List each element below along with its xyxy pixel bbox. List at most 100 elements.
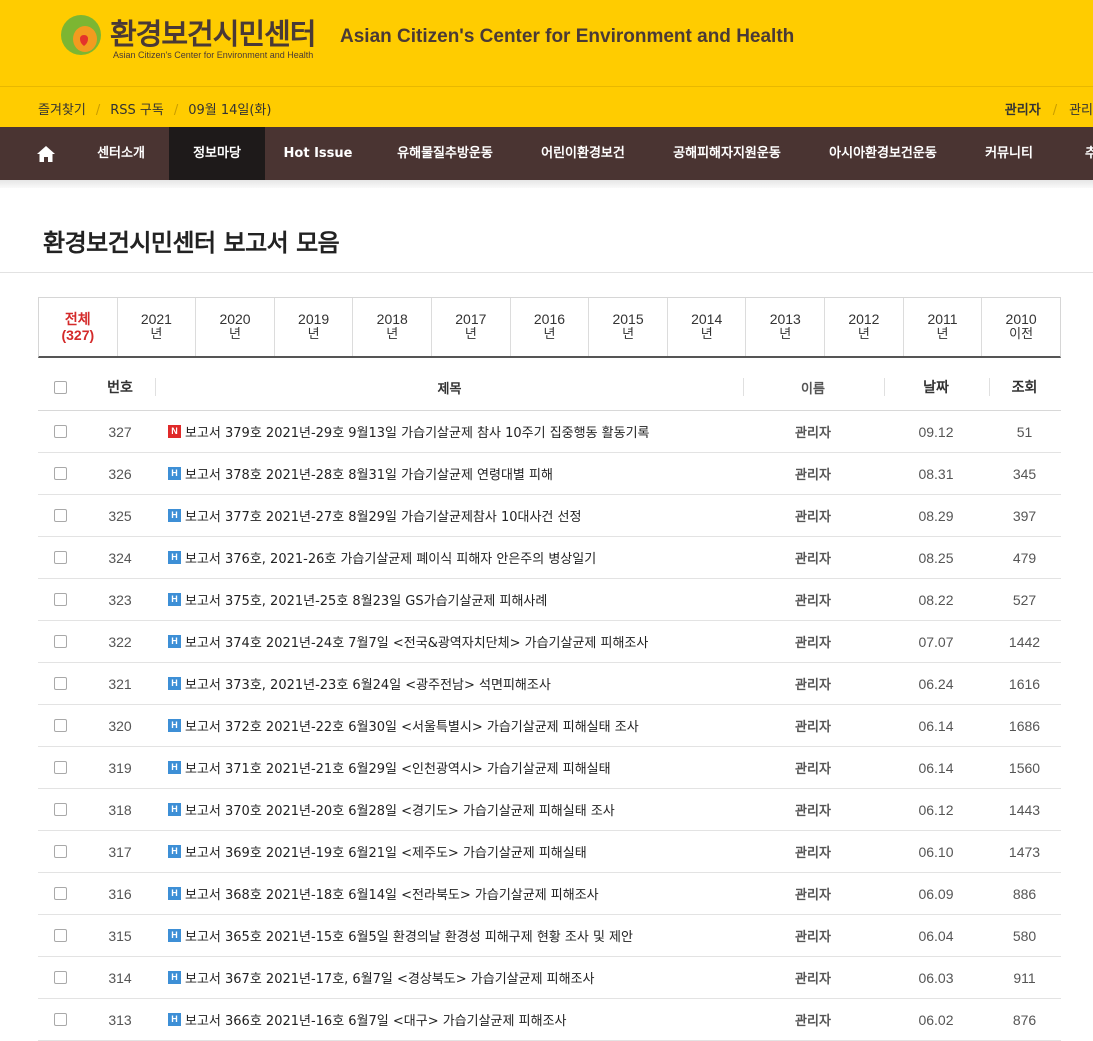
- tab-sublabel: 년: [700, 327, 713, 342]
- user-name[interactable]: 관리자: [1005, 103, 1041, 118]
- row-checkbox[interactable]: [54, 425, 67, 438]
- row-title-link[interactable]: H 보고서 365호 2021년-15호 6월5일 환경의날 환경성 피해구제 현…: [168, 915, 748, 956]
- table-row[interactable]: 313 H 보고서 366호 2021년-16호 6월7일 <대구> 가습기살균제 …: [38, 999, 1061, 1041]
- row-author[interactable]: 관리자: [743, 453, 883, 494]
- home-button[interactable]: [28, 127, 64, 180]
- row-author[interactable]: 관리자: [743, 621, 883, 662]
- table-row[interactable]: 317 H 보고서 369호 2021년-19호 6월21일 <제주도> 가습기살균…: [38, 831, 1061, 873]
- row-checkbox[interactable]: [54, 467, 67, 480]
- admin-link[interactable]: 관리: [1069, 103, 1093, 118]
- row-checkbox[interactable]: [54, 635, 67, 648]
- row-title-link[interactable]: H 보고서 374호 2021년-24호 7월7일 <전국&광역자치단체> 가습기…: [168, 621, 748, 662]
- row-date: 08.29: [918, 507, 954, 524]
- row-title-link[interactable]: H 보고서 366호 2021년-16호 6월7일 <대구> 가습기살균제 피해조…: [168, 999, 748, 1040]
- table-row[interactable]: 322 H 보고서 374호 2021년-24호 7월7일 <전국&광역자치단체> …: [38, 621, 1061, 663]
- row-checkbox[interactable]: [54, 677, 67, 690]
- row-title-link[interactable]: H 보고서 372호 2021년-22호 6월30일 <서울특별시> 가습기살균제…: [168, 705, 748, 746]
- row-title-link[interactable]: H 보고서 369호 2021년-19호 6월21일 <제주도> 가습기살균제 피…: [168, 831, 748, 872]
- table-row[interactable]: 316 H 보고서 368호 2021년-18호 6월14일 <전라북도> 가습기살…: [38, 873, 1061, 915]
- row-title-link[interactable]: H 보고서 373호, 2021년-23호 6월24일 <광주전남> 석면피해조사: [168, 663, 748, 704]
- row-author[interactable]: 관리자: [743, 411, 883, 452]
- tab-2019[interactable]: 2019 년: [275, 298, 354, 356]
- row-title-link[interactable]: H 보고서 377호 2021년-27호 8월29일 가습기살균제참사 10대사건…: [168, 495, 748, 536]
- tab-2012[interactable]: 2012 년: [825, 298, 904, 356]
- row-author[interactable]: 관리자: [743, 579, 883, 620]
- row-title-link[interactable]: N 보고서 379호 2021년-29호 9월13일 가습기살균제 참사 10주기…: [168, 411, 748, 452]
- tab-all[interactable]: 전체 (327): [39, 298, 118, 356]
- row-author[interactable]: 관리자: [743, 915, 883, 956]
- tab-2018[interactable]: 2018 년: [353, 298, 433, 356]
- row-checkbox[interactable]: [54, 1013, 67, 1026]
- row-checkbox[interactable]: [54, 719, 67, 732]
- row-title-link[interactable]: H 보고서 378호 2021년-28호 8월31일 가습기살균제 연령대별 피해: [168, 453, 748, 494]
- tab-2013[interactable]: 2013 년: [746, 298, 826, 356]
- row-author[interactable]: 관리자: [743, 873, 883, 914]
- nav-item-pollution-victims[interactable]: 공해피해자지원운동: [660, 127, 794, 180]
- nav-item-info[interactable]: 정보마당: [169, 127, 265, 180]
- nav-item-child-health[interactable]: 어린이환경보건: [528, 127, 638, 180]
- row-title-link[interactable]: H 보고서 370호 2021년-20호 6월28일 <경기도> 가습기살균제 피…: [168, 789, 748, 830]
- table-row[interactable]: 323 H 보고서 375호, 2021년-25호 8월23일 GS가습기살균제 피…: [38, 579, 1061, 621]
- favorites-link[interactable]: 즐겨찾기: [38, 103, 86, 118]
- tab-2010-before[interactable]: 2010 이전: [982, 298, 1060, 356]
- row-checkbox[interactable]: [54, 887, 67, 900]
- row-checkbox[interactable]: [54, 761, 67, 774]
- row-author[interactable]: 관리자: [743, 705, 883, 746]
- row-author[interactable]: 관리자: [743, 831, 883, 872]
- tab-2014[interactable]: 2014 년: [668, 298, 747, 356]
- row-date: 06.04: [918, 927, 954, 944]
- row-author[interactable]: 관리자: [743, 537, 883, 578]
- logo-icon[interactable]: [58, 12, 104, 58]
- table-row[interactable]: 325 H 보고서 377호 2021년-27호 8월29일 가습기살균제참사 10…: [38, 495, 1061, 537]
- table-row[interactable]: 319 H 보고서 371호 2021년-21호 6월29일 <인천광역시> 가습기…: [38, 747, 1061, 789]
- row-author[interactable]: 관리자: [743, 999, 883, 1040]
- tab-2016[interactable]: 2016 년: [511, 298, 590, 356]
- table-row[interactable]: 320 H 보고서 372호 2021년-22호 6월30일 <서울특별시> 가습기…: [38, 705, 1061, 747]
- tab-2011[interactable]: 2011 년: [904, 298, 983, 356]
- nav-item-toxic-campaign[interactable]: 유해물질추방운동: [383, 127, 507, 180]
- row-author[interactable]: 관리자: [743, 747, 883, 788]
- hot-badge-icon: H: [168, 635, 181, 648]
- nav-item-more[interactable]: 추: [1076, 127, 1093, 180]
- row-checkbox[interactable]: [54, 593, 67, 606]
- row-checkbox[interactable]: [54, 845, 67, 858]
- row-checkbox[interactable]: [54, 929, 67, 942]
- column-header-date[interactable]: 날짜: [886, 364, 986, 410]
- row-title-link[interactable]: H 보고서 368호 2021년-18호 6월14일 <전라북도> 가습기살균제 …: [168, 873, 748, 914]
- nav-item-center-intro[interactable]: 센터소개: [80, 127, 162, 180]
- row-author[interactable]: 관리자: [743, 663, 883, 704]
- logo-korean-title[interactable]: 환경보건시민센터: [110, 11, 316, 53]
- row-title-link[interactable]: H 보고서 375호, 2021년-25호 8월23일 GS가습기살균제 피해사례: [168, 579, 748, 620]
- row-checkbox[interactable]: [54, 971, 67, 984]
- row-checkbox[interactable]: [54, 803, 67, 816]
- tab-label: 2018: [376, 311, 408, 327]
- row-number: 326: [108, 465, 132, 482]
- tab-2020[interactable]: 2020 년: [196, 298, 275, 356]
- column-header-views[interactable]: 조회: [988, 364, 1061, 410]
- row-author[interactable]: 관리자: [743, 957, 883, 998]
- table-row[interactable]: 324 H 보고서 376호, 2021-26호 가습기살균제 폐이식 피해자 안은…: [38, 537, 1061, 579]
- tab-2021[interactable]: 2021 년: [118, 298, 197, 356]
- row-title: 보고서 368호 2021년-18호 6월14일 <전라북도> 가습기살균제 피…: [185, 888, 599, 903]
- table-row[interactable]: 321 H 보고서 373호, 2021년-23호 6월24일 <광주전남> 석면피…: [38, 663, 1061, 705]
- row-title-link[interactable]: H 보고서 376호, 2021-26호 가습기살균제 폐이식 피해자 안은주의 …: [168, 537, 748, 578]
- select-all-checkbox[interactable]: [54, 380, 67, 394]
- row-checkbox[interactable]: [54, 509, 67, 522]
- table-row[interactable]: 314 H 보고서 367호 2021년-17호, 6월7일 <경상북도> 가습기살…: [38, 957, 1061, 999]
- nav-item-hot-issue[interactable]: Hot Issue: [276, 127, 360, 180]
- tab-2017[interactable]: 2017 년: [432, 298, 511, 356]
- table-row[interactable]: 327 N 보고서 379호 2021년-29호 9월13일 가습기살균제 참사 1…: [38, 411, 1061, 453]
- row-title-link[interactable]: H 보고서 367호 2021년-17호, 6월7일 <경상북도> 가습기살균제 …: [168, 957, 748, 998]
- row-author[interactable]: 관리자: [743, 495, 883, 536]
- table-row[interactable]: 318 H 보고서 370호 2021년-20호 6월28일 <경기도> 가습기살균…: [38, 789, 1061, 831]
- row-author[interactable]: 관리자: [743, 789, 883, 830]
- row-views: 51: [1016, 423, 1033, 440]
- row-checkbox[interactable]: [54, 551, 67, 564]
- nav-item-community[interactable]: 커뮤니티: [974, 127, 1044, 180]
- table-row[interactable]: 315 H 보고서 365호 2021년-15호 6월5일 환경의날 환경성 피해구…: [38, 915, 1061, 957]
- nav-item-asia-health[interactable]: 아시아환경보건운동: [816, 127, 950, 180]
- tab-2015[interactable]: 2015 년: [589, 298, 668, 356]
- row-title-link[interactable]: H 보고서 371호 2021년-21호 6월29일 <인천광역시> 가습기살균제…: [168, 747, 748, 788]
- rss-link[interactable]: RSS 구독: [110, 103, 164, 118]
- table-row[interactable]: 326 H 보고서 378호 2021년-28호 8월31일 가습기살균제 연령대별…: [38, 453, 1061, 495]
